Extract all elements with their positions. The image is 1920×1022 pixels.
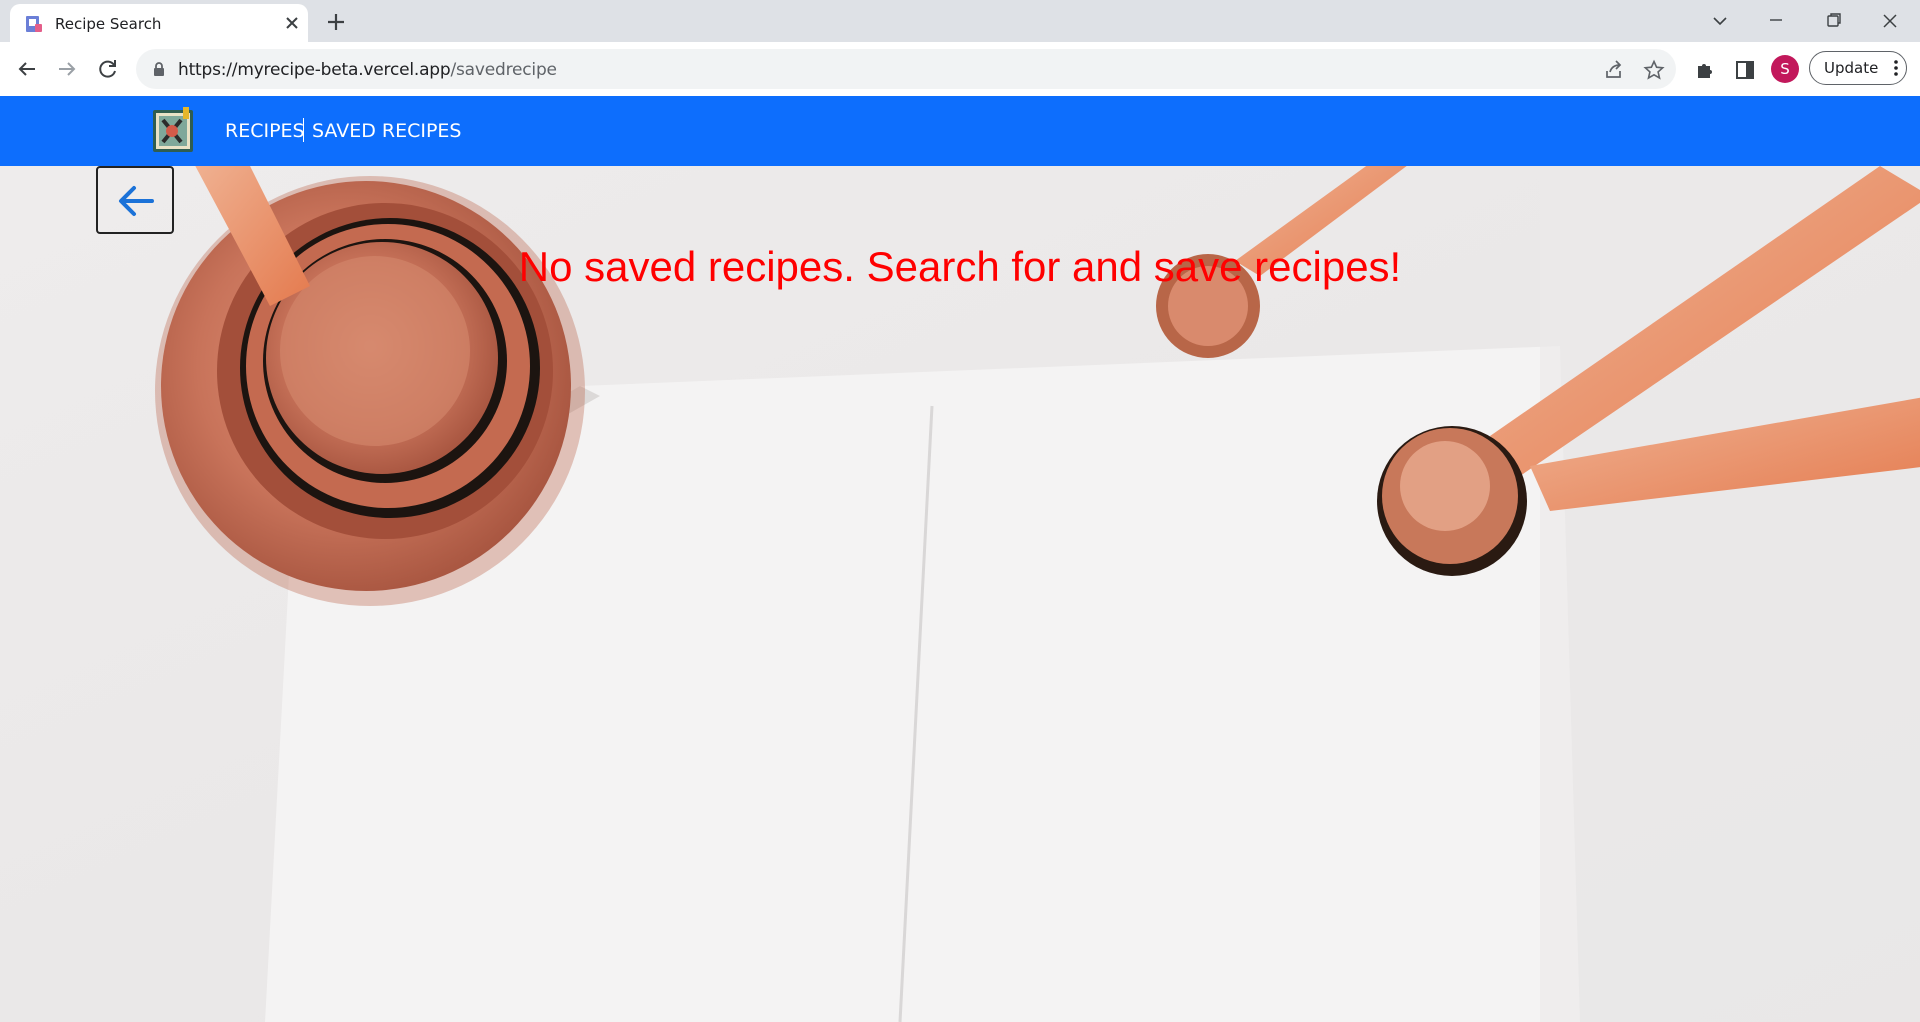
minimize-icon[interactable]	[1756, 6, 1796, 36]
forward-arrow-icon[interactable]	[52, 54, 82, 84]
side-panel-icon[interactable]	[1733, 58, 1757, 82]
puzzle-icon[interactable]	[1693, 58, 1717, 82]
browser-tabstrip: Recipe Search	[0, 0, 1920, 42]
reload-icon[interactable]	[93, 54, 123, 84]
browser-toolbar: https://myrecipe-beta.vercel.app/savedre…	[0, 42, 1920, 96]
url-text: https://myrecipe-beta.vercel.app/savedre…	[178, 60, 557, 80]
back-button[interactable]	[96, 166, 174, 234]
share-icon[interactable]	[1603, 59, 1625, 81]
nav-divider	[303, 118, 304, 142]
measuring-cups-photo	[0, 166, 1920, 1022]
empty-state-message: No saved recipes. Search for and save re…	[0, 243, 1920, 291]
back-arrow-icon[interactable]	[12, 54, 42, 84]
address-bar[interactable]: https://myrecipe-beta.vercel.app/savedre…	[136, 49, 1676, 89]
site-navbar: RECIPES SAVED RECIPES	[0, 96, 1920, 166]
nav-link-saved-recipes[interactable]: SAVED RECIPES	[312, 120, 461, 142]
star-icon[interactable]	[1643, 59, 1665, 81]
close-icon[interactable]	[282, 13, 302, 33]
restore-icon[interactable]	[1813, 6, 1853, 36]
tab-title: Recipe Search	[55, 15, 162, 33]
lock-icon[interactable]	[151, 61, 167, 77]
nav-link-recipes[interactable]: RECIPES	[225, 120, 305, 142]
close-window-icon[interactable]	[1870, 6, 1910, 36]
url-path: /savedrecipe	[450, 60, 558, 80]
empty-state-text: No saved recipes. Search for and save re…	[518, 243, 1402, 290]
plus-icon[interactable]	[324, 10, 348, 34]
recipe-favicon-icon	[26, 16, 42, 32]
update-label: Update	[1824, 59, 1879, 77]
profile-avatar[interactable]: S	[1771, 55, 1799, 83]
url-host: https://myrecipe-beta.vercel.app	[178, 60, 451, 80]
arrow-left-icon	[119, 186, 154, 216]
chevron-down-icon[interactable]	[1700, 6, 1740, 36]
hero-background-image	[0, 166, 1920, 1022]
browser-tab[interactable]: Recipe Search	[10, 4, 308, 42]
update-button[interactable]: Update	[1809, 51, 1907, 85]
more-vert-icon	[1894, 60, 1898, 76]
recipe-logo-icon[interactable]	[151, 106, 197, 154]
